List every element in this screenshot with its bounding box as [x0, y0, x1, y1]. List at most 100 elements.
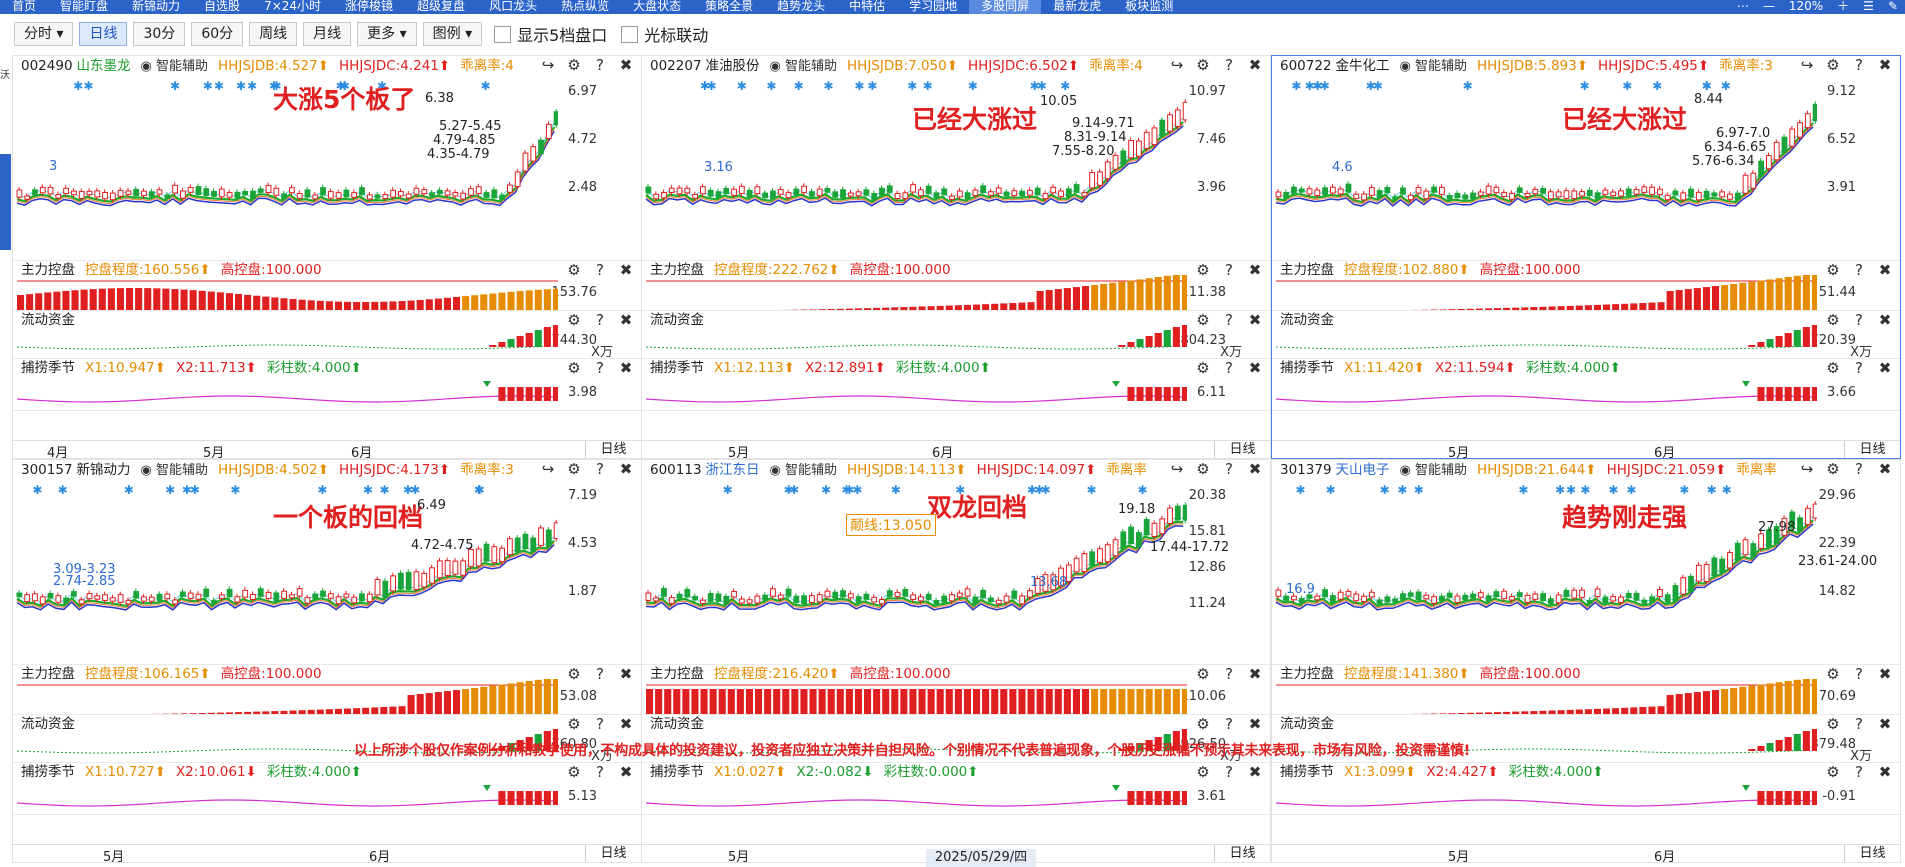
kline-pane[interactable]: 002490 山东墨龙 ◉ 智能辅助 HHJSJDB:4.527⬆ HHJSJDC:4.…	[13, 56, 641, 261]
season-pane[interactable]: 捕捞季节 X1:12.113⬆ X2:12.891⬆ 彩柱数:4.000⬆ ⚙? ✖ 6.1…	[642, 359, 1270, 411]
gear-icon[interactable]: ⚙	[561, 57, 587, 73]
period-label[interactable]: 日线	[1844, 845, 1900, 862]
gear-icon[interactable]: ⚙	[1820, 262, 1846, 278]
nav-tab[interactable]: 自选股	[192, 0, 252, 14]
share-icon[interactable]: ↪	[1164, 461, 1190, 477]
period-button[interactable]: 图例 ▾	[422, 22, 483, 46]
gear-icon[interactable]: ⚙	[1820, 360, 1846, 376]
close-icon[interactable]: ✖	[613, 716, 639, 732]
control-pane[interactable]: 主力控盘 控盘程度:222.762⬆ 高控盘:100.000 ⚙? ✖ 111.38	[642, 261, 1270, 311]
close-icon[interactable]: ✖	[1872, 666, 1898, 682]
close-icon[interactable]: ✖	[1872, 312, 1898, 328]
period-label[interactable]: 日线	[1214, 845, 1270, 862]
toolbar-checkbox[interactable]: 光标联动	[621, 22, 708, 46]
close-icon[interactable]: ✖	[1242, 312, 1268, 328]
stock-panel[interactable]: 002207 准油股份 ◉ 智能辅助 HHJSJDB:7.050⬆ HHJSJDC:6.…	[641, 55, 1271, 459]
gear-icon[interactable]: ⚙	[1190, 262, 1216, 278]
kline-pane[interactable]: 600722 金牛化工 ◉ 智能辅助 HHJSJDB:5.893⬆ HHJSJDC:5.…	[1272, 56, 1900, 261]
stock-panel[interactable]: 600722 金牛化工 ◉ 智能辅助 HHJSJDB:5.893⬆ HHJSJDC:5.…	[1271, 55, 1901, 459]
control-pane[interactable]: 主力控盘 控盘程度:216.420⬆ 高控盘:100.000 ⚙? ✖ 110.06	[642, 665, 1270, 715]
gear-icon[interactable]: ⚙	[1190, 57, 1216, 73]
period-label[interactable]: 日线	[1214, 441, 1270, 458]
gear-icon[interactable]: ⚙	[561, 262, 587, 278]
close-icon[interactable]: ✖	[1872, 461, 1898, 477]
close-icon[interactable]: ✖	[1242, 764, 1268, 780]
nav-tab[interactable]: 7×24小时	[252, 0, 333, 14]
side-collapse-tab[interactable]	[0, 154, 11, 250]
window-control-icon[interactable]: ⋯	[1730, 0, 1756, 14]
help-icon[interactable]: ?	[587, 716, 613, 732]
close-icon[interactable]: ✖	[613, 312, 639, 328]
help-icon[interactable]: ?	[1846, 262, 1872, 278]
share-icon[interactable]: ↪	[535, 461, 561, 477]
stock-name[interactable]: 浙江东日	[706, 462, 760, 478]
close-icon[interactable]: ✖	[613, 461, 639, 477]
close-icon[interactable]: ✖	[1242, 666, 1268, 682]
control-pane[interactable]: 主力控盘 控盘程度:160.556⬆ 高控盘:100.000 ⚙? ✖ 153.76	[13, 261, 641, 311]
window-control-icon[interactable]: —	[1756, 0, 1782, 14]
nav-tab[interactable]: 大盘状态	[621, 0, 693, 14]
gear-icon[interactable]: ⚙	[1190, 764, 1216, 780]
gear-icon[interactable]: ⚙	[1190, 312, 1216, 328]
help-icon[interactable]: ?	[587, 764, 613, 780]
gear-icon[interactable]: ⚙	[1190, 666, 1216, 682]
stock-code[interactable]: 300157	[21, 462, 73, 478]
stock-panel[interactable]: 301379 天山电子 ◉ 智能辅助 HHJSJDB:21.644⬆ HHJSJDC:2…	[1271, 459, 1901, 863]
close-icon[interactable]: ✖	[1242, 716, 1268, 732]
stock-name[interactable]: 山东墨龙	[77, 58, 131, 74]
gear-icon[interactable]: ⚙	[561, 312, 587, 328]
gear-icon[interactable]: ⚙	[1820, 716, 1846, 732]
close-icon[interactable]: ✖	[1242, 360, 1268, 376]
nav-tab[interactable]: 最新龙虎	[1041, 0, 1113, 14]
kline-pane[interactable]: 300157 新锦动力 ◉ 智能辅助 HHJSJDB:4.502⬆ HHJSJDC:4.…	[13, 460, 641, 665]
stock-name[interactable]: 新锦动力	[77, 462, 131, 478]
nav-tab[interactable]: 趋势龙头	[765, 0, 837, 14]
nav-tab[interactable]: 热点纵览	[549, 0, 621, 14]
close-icon[interactable]: ✖	[613, 262, 639, 278]
period-label[interactable]: 日线	[1844, 441, 1900, 458]
period-label[interactable]: 日线	[585, 441, 641, 458]
gear-icon[interactable]: ⚙	[561, 666, 587, 682]
gear-icon[interactable]: ⚙	[1820, 764, 1846, 780]
gear-icon[interactable]: ⚙	[1190, 360, 1216, 376]
close-icon[interactable]: ✖	[613, 764, 639, 780]
stock-panel[interactable]: 600113 浙江东日 ◉ 智能辅助 HHJSJDB:14.113⬆ HHJSJDC:1…	[641, 459, 1271, 863]
gear-icon[interactable]: ⚙	[561, 461, 587, 477]
nav-tab[interactable]: 智能盯盘	[48, 0, 120, 14]
help-icon[interactable]: ?	[587, 312, 613, 328]
control-pane[interactable]: 主力控盘 控盘程度:141.380⬆ 高控盘:100.000 ⚙? ✖ 70.69	[1272, 665, 1900, 715]
help-icon[interactable]: ?	[1216, 57, 1242, 73]
smart-assist-toggle[interactable]: ◉ 智能辅助	[770, 463, 837, 478]
close-icon[interactable]: ✖	[1242, 57, 1268, 73]
smart-assist-toggle[interactable]: ◉ 智能辅助	[141, 59, 208, 74]
gear-icon[interactable]: ⚙	[1190, 716, 1216, 732]
liquidity-pane[interactable]: 流动资金 ⚙? ✖ 804.23 X万	[642, 311, 1270, 359]
stock-name[interactable]: 天山电子	[1336, 462, 1390, 478]
control-pane[interactable]: 主力控盘 控盘程度:102.880⬆ 高控盘:100.000 ⚙? ✖ 51.44	[1272, 261, 1900, 311]
close-icon[interactable]: ✖	[613, 57, 639, 73]
stock-code[interactable]: 600722	[1280, 58, 1332, 74]
period-label[interactable]: 日线	[585, 845, 641, 862]
close-icon[interactable]: ✖	[613, 666, 639, 682]
gear-icon[interactable]: ⚙	[1820, 312, 1846, 328]
period-button[interactable]: 月线	[303, 22, 352, 46]
season-pane[interactable]: 捕捞季节 X1:10.727⬆ X2:10.061⬇ 彩柱数:4.000⬆ ⚙? ✖ 5.1…	[13, 763, 641, 815]
control-pane[interactable]: 主力控盘 控盘程度:106.165⬆ 高控盘:100.000 ⚙? ✖ 53.08	[13, 665, 641, 715]
close-icon[interactable]: ✖	[1872, 262, 1898, 278]
period-button[interactable]: 30分	[133, 22, 186, 46]
gear-icon[interactable]: ⚙	[1820, 666, 1846, 682]
liquidity-pane[interactable]: 流动资金 ⚙? ✖ 1720.39 X万	[1272, 311, 1900, 359]
stock-code[interactable]: 301379	[1280, 462, 1332, 478]
help-icon[interactable]: ?	[1216, 360, 1242, 376]
nav-tab[interactable]: 新锦动力	[120, 0, 192, 14]
close-icon[interactable]: ✖	[1242, 262, 1268, 278]
help-icon[interactable]: ?	[1846, 312, 1872, 328]
season-pane[interactable]: 捕捞季节 X1:10.947⬆ X2:11.713⬆ 彩柱数:4.000⬆ ⚙? ✖ 3.9…	[13, 359, 641, 411]
period-button[interactable]: 更多 ▾	[357, 22, 417, 46]
period-button[interactable]: 60分	[191, 22, 244, 46]
kline-pane[interactable]: 002207 准油股份 ◉ 智能辅助 HHJSJDB:7.050⬆ HHJSJDC:6.…	[642, 56, 1270, 261]
period-button[interactable]: 周线	[249, 22, 298, 46]
window-control-icon[interactable]: ☰	[1856, 0, 1881, 14]
minute-dropdown[interactable]: 分时 ▾	[14, 22, 74, 46]
close-icon[interactable]: ✖	[1872, 57, 1898, 73]
